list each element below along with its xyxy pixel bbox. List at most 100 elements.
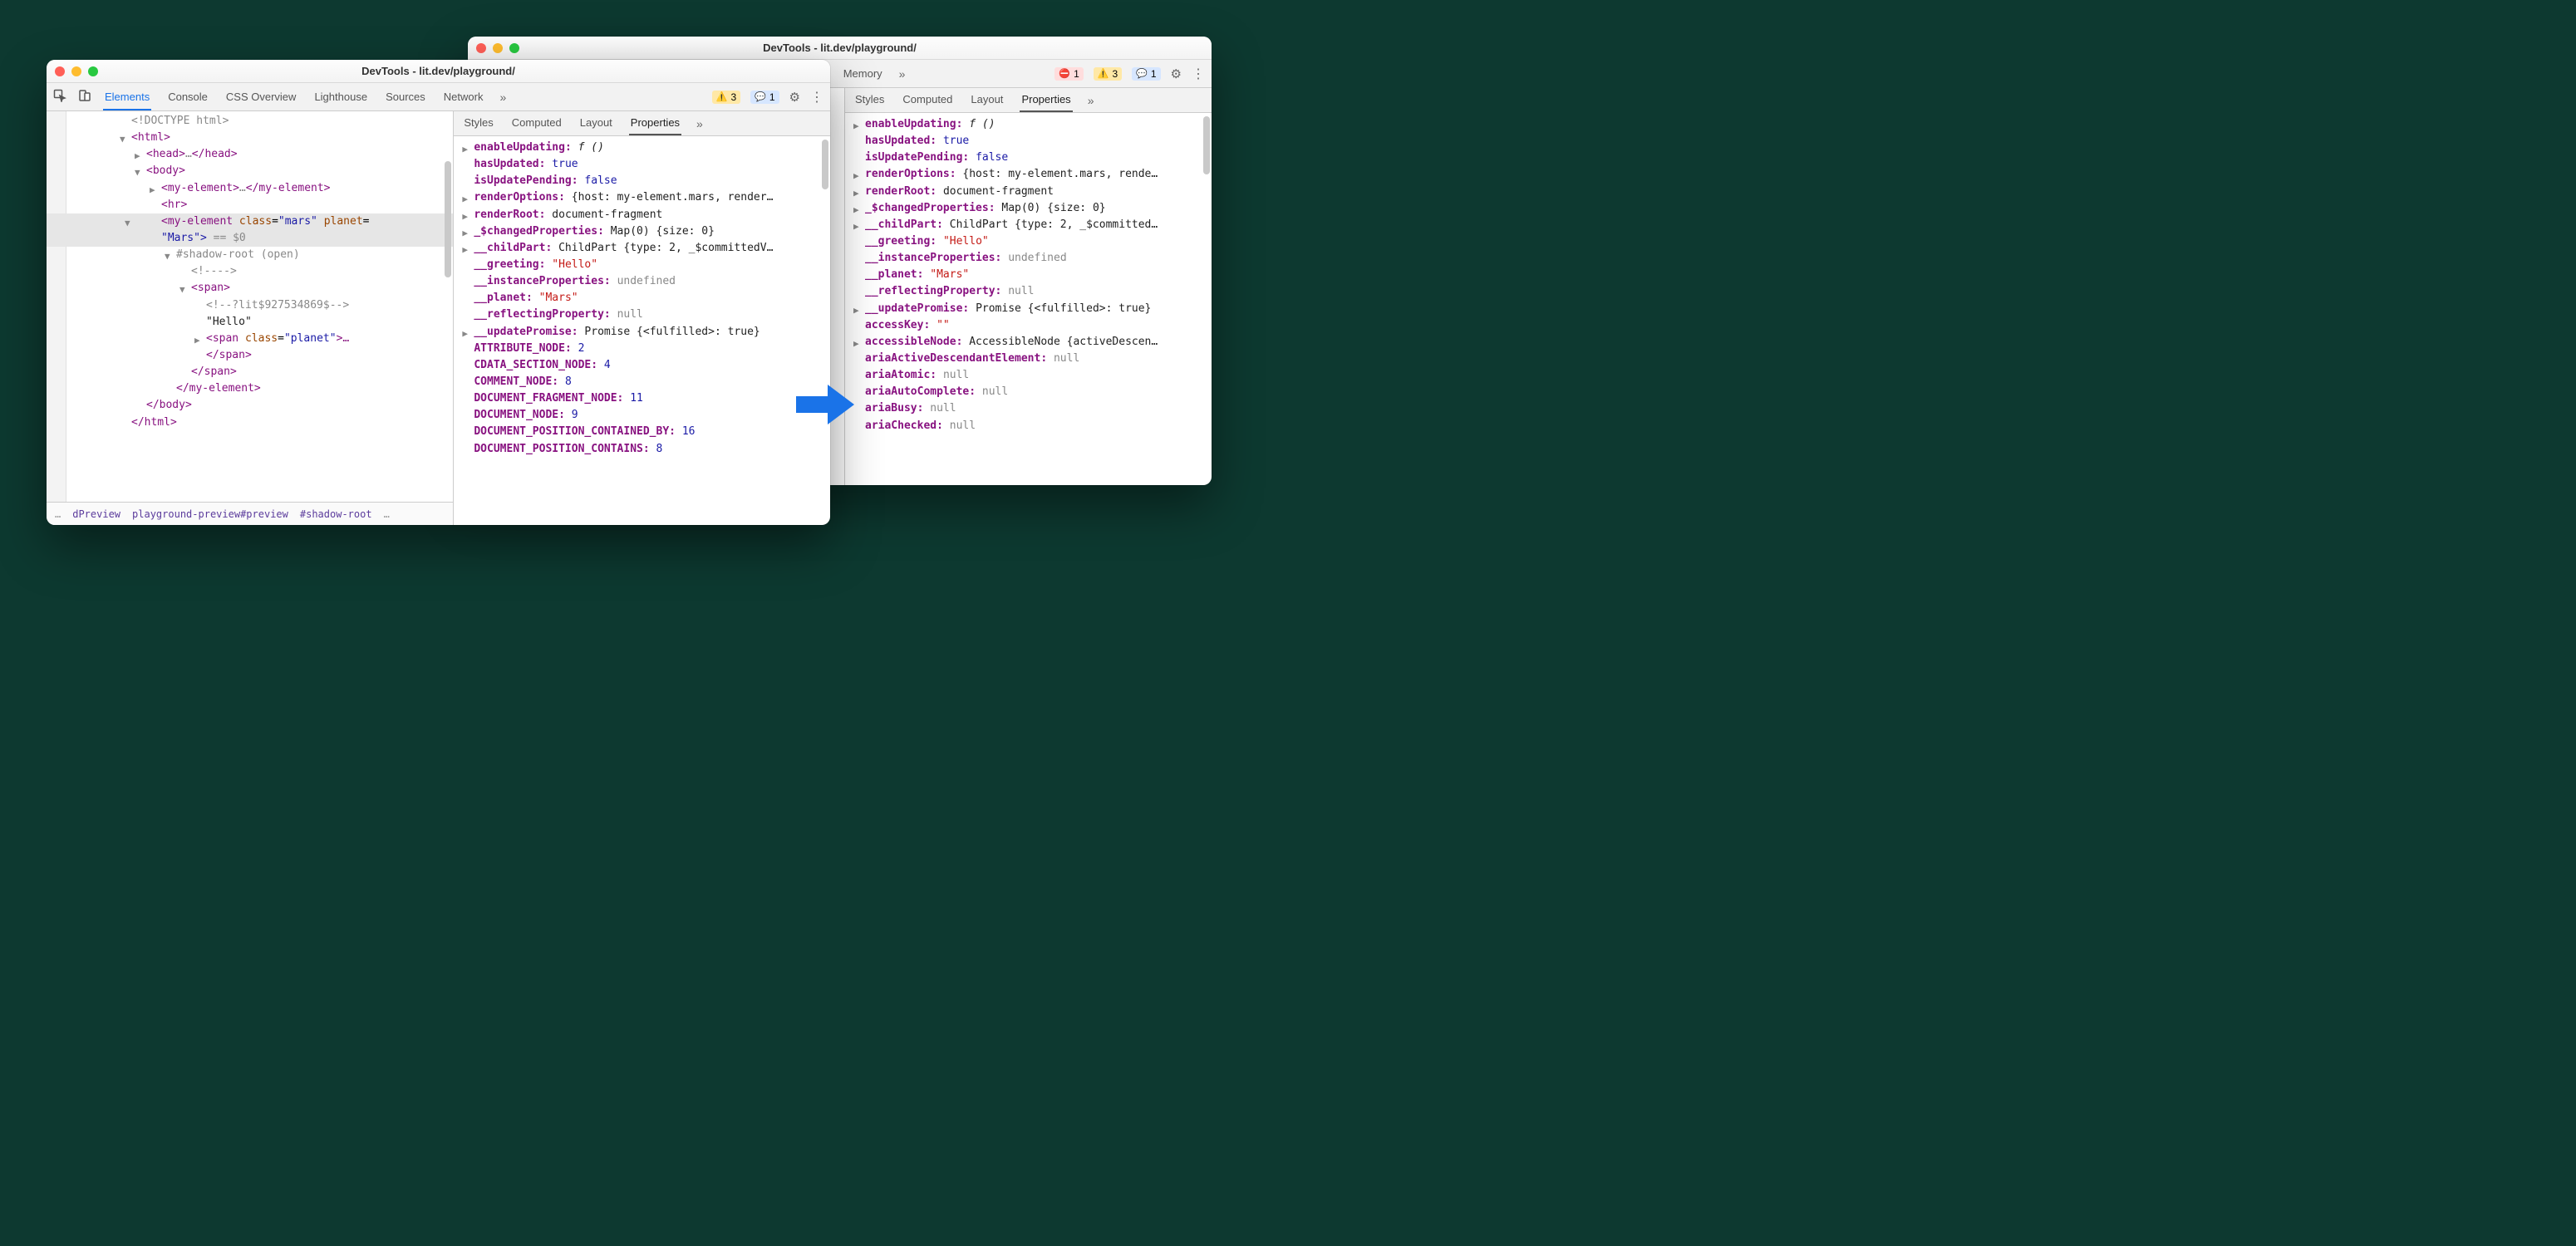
twisty-icon[interactable]: ▶ — [462, 209, 468, 223]
crumb-playground-preview[interactable]: playground-preview#preview — [132, 508, 288, 520]
property-row[interactable]: ▶__updatePromise: Promise {<fulfilled>: … — [853, 301, 1205, 317]
property-row[interactable]: ariaAtomic: null — [853, 367, 1205, 384]
dom-span-close[interactable]: </span> — [206, 349, 252, 361]
property-row[interactable]: ATTRIBUTE_NODE: 2 — [462, 341, 823, 357]
message-badge[interactable]: 💬1 — [1132, 67, 1160, 81]
twisty-icon[interactable]: ▶ — [194, 333, 200, 347]
property-row[interactable]: hasUpdated: true — [462, 156, 823, 173]
twisty-icon[interactable]: ▶ — [462, 192, 468, 206]
twisty-icon[interactable]: ▶ — [853, 203, 859, 217]
twisty-icon[interactable]: ▼ — [120, 132, 125, 146]
tab-network[interactable]: Network — [442, 84, 485, 110]
property-row[interactable]: ▶renderOptions: {host: my-element.mars, … — [462, 189, 823, 206]
tab-console[interactable]: Console — [166, 84, 209, 110]
twisty-icon[interactable]: ▼ — [135, 165, 140, 179]
property-row[interactable]: __reflectingProperty: null — [462, 307, 823, 323]
dom-comment[interactable]: <!----> — [191, 265, 237, 277]
dom-html-close[interactable]: </html> — [131, 416, 177, 429]
property-row[interactable]: ▶_$changedProperties: Map(0) {size: 0} — [853, 200, 1205, 217]
dom-html-open[interactable]: <html> — [131, 131, 170, 144]
twisty-icon[interactable]: ▼ — [125, 216, 130, 230]
subtab-computed[interactable]: Computed — [510, 111, 563, 135]
subtab-styles[interactable]: Styles — [853, 88, 886, 112]
tab-elements[interactable]: Elements — [103, 84, 151, 110]
dom-hr[interactable]: <hr> — [161, 199, 187, 211]
breadcrumb[interactable]: … dPreview playground-preview#preview #s… — [47, 502, 453, 525]
crumb-shadow-root[interactable]: #shadow-root — [300, 508, 372, 520]
tab-memory[interactable]: Memory — [842, 61, 884, 87]
crumbs-overflow-left[interactable]: … — [55, 508, 61, 520]
warning-badge[interactable]: ⚠️3 — [712, 91, 740, 104]
property-row[interactable]: __instanceProperties: undefined — [462, 273, 823, 290]
property-row[interactable]: __greeting: "Hello" — [462, 257, 823, 273]
property-row[interactable]: __planet: "Mars" — [462, 290, 823, 307]
property-row[interactable]: ▶accessibleNode: AccessibleNode {activeD… — [853, 334, 1205, 351]
dom-span-planet[interactable]: <span — [206, 332, 238, 345]
dom-selected-row-2[interactable]: "Mars"> == $0 — [47, 230, 453, 247]
property-row[interactable]: hasUpdated: true — [853, 133, 1205, 150]
close-dot[interactable] — [55, 66, 65, 76]
scrollbar-thumb[interactable] — [445, 161, 451, 277]
twisty-icon[interactable]: ▶ — [853, 169, 859, 183]
property-row[interactable]: ▶renderOptions: {host: my-element.mars, … — [853, 166, 1205, 183]
minimize-dot[interactable] — [71, 66, 81, 76]
property-row[interactable]: isUpdatePending: false — [462, 173, 823, 189]
more-subtabs-icon[interactable]: » — [696, 117, 703, 130]
settings-icon[interactable]: ⚙ — [1171, 66, 1182, 81]
property-row[interactable]: CDATA_SECTION_NODE: 4 — [462, 357, 823, 374]
property-row[interactable]: __greeting: "Hello" — [853, 233, 1205, 250]
device-icon[interactable] — [78, 89, 91, 105]
zoom-dot[interactable] — [509, 43, 519, 53]
property-row[interactable]: DOCUMENT_POSITION_CONTAINS: 8 — [462, 441, 823, 458]
dom-myelement-1[interactable]: <my-element> — [161, 182, 239, 194]
twisty-icon[interactable]: ▼ — [179, 282, 185, 297]
dom-head[interactable]: <head> — [146, 148, 185, 160]
twisty-icon[interactable]: ▶ — [853, 219, 859, 233]
dom-selected-row[interactable]: ▼<my-element class="mars" planet= — [47, 213, 453, 230]
settings-icon[interactable]: ⚙ — [789, 90, 800, 105]
dom-shadow-root[interactable]: #shadow-root (open) — [176, 248, 300, 261]
property-row[interactable]: ▶__childPart: ChildPart {type: 2, _$comm… — [853, 217, 1205, 233]
dom-body-open[interactable]: <body> — [146, 164, 185, 177]
twisty-icon[interactable]: ▶ — [135, 149, 140, 163]
property-row[interactable]: ariaBusy: null — [853, 400, 1205, 417]
zoom-dot[interactable] — [88, 66, 98, 76]
subtab-layout[interactable]: Layout — [578, 111, 614, 135]
close-dot[interactable] — [476, 43, 486, 53]
property-row[interactable]: ▶__updatePromise: Promise {<fulfilled>: … — [462, 324, 823, 341]
subtab-computed[interactable]: Computed — [901, 88, 954, 112]
property-row[interactable]: DOCUMENT_POSITION_CONTAINED_BY: 16 — [462, 424, 823, 440]
property-row[interactable]: __instanceProperties: undefined — [853, 250, 1205, 267]
property-row[interactable]: __planet: "Mars" — [853, 267, 1205, 283]
property-row[interactable]: ▶renderRoot: document-fragment — [462, 207, 823, 223]
twisty-icon[interactable]: ▶ — [462, 326, 468, 341]
twisty-icon[interactable]: ▶ — [853, 336, 859, 351]
dom-myelement-close[interactable]: </my-element> — [176, 382, 261, 395]
more-tabs-icon[interactable]: » — [899, 67, 906, 81]
tab-lighthouse[interactable]: Lighthouse — [312, 84, 369, 110]
dom-lit-comment[interactable]: <!--?lit$927534869$--> — [206, 299, 349, 312]
twisty-icon[interactable]: ▶ — [853, 303, 859, 317]
dom-tree[interactable]: ⋯ <!DOCTYPE html> ▼<html> ▶<head>…</head… — [47, 111, 453, 502]
property-row[interactable]: ▶__childPart: ChildPart {type: 2, _$comm… — [462, 240, 823, 257]
property-row[interactable]: ▶renderRoot: document-fragment — [853, 184, 1205, 200]
subtab-properties[interactable]: Properties — [1020, 88, 1072, 112]
subtab-layout[interactable]: Layout — [969, 88, 1005, 112]
property-row[interactable]: DOCUMENT_FRAGMENT_NODE: 11 — [462, 390, 823, 407]
property-row[interactable]: __reflectingProperty: null — [853, 283, 1205, 300]
minimize-dot[interactable] — [493, 43, 503, 53]
properties-list[interactable]: ▶enableUpdating: f ()hasUpdated: trueisU… — [454, 136, 830, 525]
kebab-icon[interactable]: ⋮ — [810, 89, 823, 105]
subtab-properties[interactable]: Properties — [629, 111, 681, 135]
subtab-styles[interactable]: Styles — [462, 111, 494, 135]
property-row[interactable]: accessKey: "" — [853, 317, 1205, 334]
properties-list[interactable]: ▶enableUpdating: f ()hasUpdated: trueisU… — [845, 113, 1212, 485]
property-row[interactable]: COMMENT_NODE: 8 — [462, 374, 823, 390]
twisty-icon[interactable]: ▶ — [853, 119, 859, 133]
warning-badge[interactable]: ⚠️3 — [1094, 67, 1122, 81]
property-row[interactable]: isUpdatePending: false — [853, 150, 1205, 166]
inspect-icon[interactable] — [53, 89, 66, 105]
kebab-icon[interactable]: ⋮ — [1192, 66, 1205, 82]
more-tabs-icon[interactable]: » — [499, 91, 506, 104]
property-row[interactable]: ▶_$changedProperties: Map(0) {size: 0} — [462, 223, 823, 240]
